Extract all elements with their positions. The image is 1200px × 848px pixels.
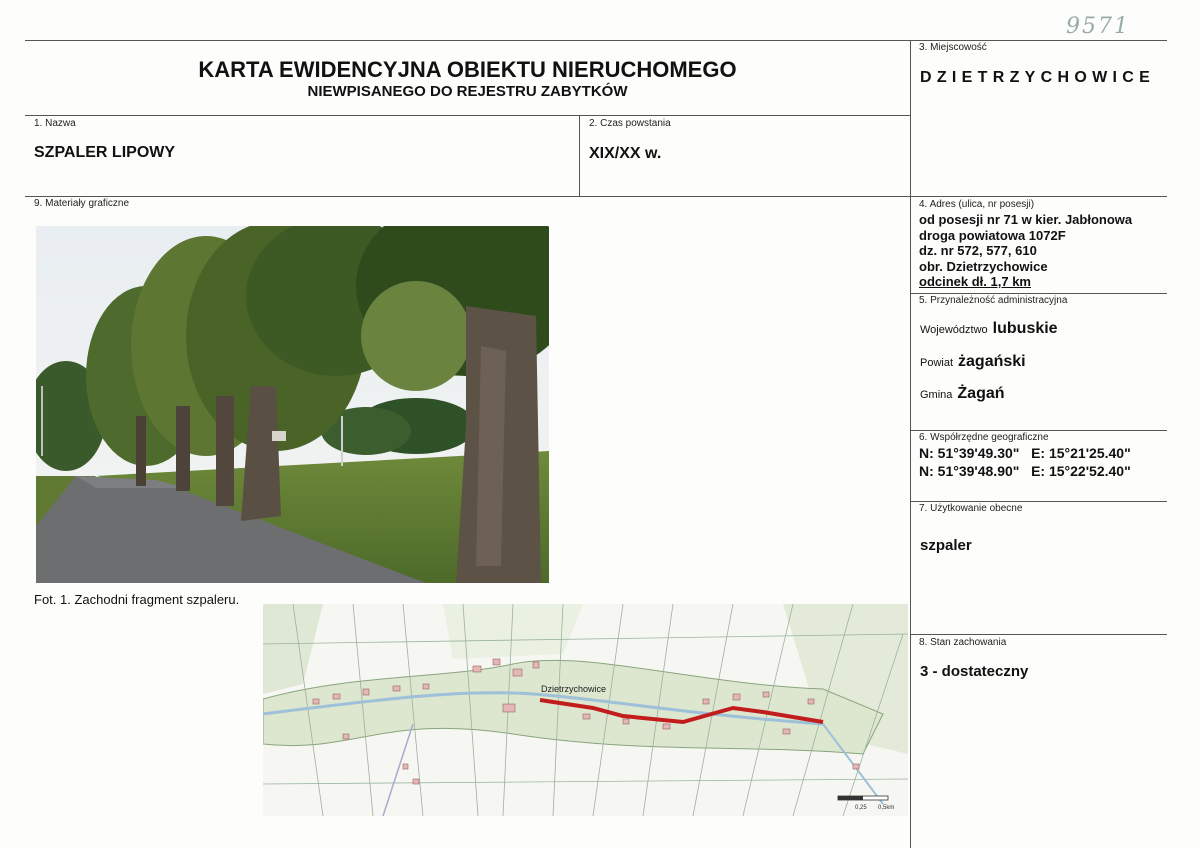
- frame-line-usage: [910, 501, 1167, 502]
- adres-label: 4. Adres (ulica, nr posesji): [919, 199, 1035, 210]
- handwritten-number: 9571: [1066, 14, 1130, 39]
- coordinates-end: N: 51°39'48.90" E: 15°22'52.40": [919, 463, 1131, 479]
- powiat-key: Powiat: [920, 357, 954, 369]
- powiat-value: żagański: [958, 353, 1026, 370]
- stan-value: 3 - dostateczny: [920, 663, 1029, 680]
- frame-line-name: [25, 196, 1167, 197]
- stan-label: 8. Stan zachowania: [919, 637, 1007, 648]
- frame-line-admin: [910, 293, 1167, 294]
- frame-line-coords: [910, 430, 1167, 431]
- frame-right-column-line: [910, 40, 911, 848]
- adres-line: droga powiatowa 1072F: [919, 227, 1066, 243]
- uzytkowanie-value: szpaler: [920, 537, 972, 554]
- miejscowosc-label: 3. Miejscowość: [919, 42, 987, 53]
- adres-line: odcinek dł. 1,7 km: [919, 274, 1031, 289]
- frame-name-divider: [579, 115, 580, 196]
- avenue-photo: [36, 226, 549, 583]
- wojewodztwo-row: Województwo lubuskie: [920, 320, 1058, 338]
- nazwa-value: SZPALER LIPOWY: [34, 144, 176, 161]
- card-title: KARTA EWIDENCYJNA OBIEKTU NIERUCHOMEGO: [198, 57, 737, 82]
- map-scale-unit: 0,5km: [878, 805, 894, 811]
- gmina-key: Gmina: [920, 389, 953, 401]
- nazwa-label: 1. Nazwa: [34, 118, 76, 129]
- adres-line: od posesji nr 71 w kier. Jabłonowa: [919, 212, 1133, 227]
- frame-line-state: [910, 634, 1167, 635]
- przynaleznosc-label: 5. Przynależność administracyjna: [919, 295, 1068, 306]
- czas-label: 2. Czas powstania: [589, 118, 671, 129]
- gmina-value: Żagań: [957, 385, 1005, 402]
- miejscowosc-value: DZIETRZYCHOWICE: [920, 69, 1156, 86]
- card-subtitle: NIEWPISANEGO DO REJESTRU ZABYTKÓW: [307, 83, 628, 100]
- frame-top-line: [25, 40, 1167, 41]
- gmina-row: Gmina Żagań: [920, 385, 1005, 403]
- frame-line-header: [25, 115, 910, 116]
- coordinates-start: N: 51°39'49.30" E: 15°21'25.40": [919, 445, 1131, 461]
- wojewodztwo-key: Województwo: [920, 324, 988, 336]
- location-map: Dzietrzychowice 0,25 0,5km: [263, 604, 908, 816]
- wojewodztwo-value: lubuskie: [992, 320, 1058, 337]
- adres-line: obr. Dzietrzychowice: [919, 258, 1048, 274]
- uzytkowanie-label: 7. Użytkowanie obecne: [919, 503, 1023, 514]
- czas-value: XIX/XX w.: [589, 145, 662, 162]
- photo-caption: Fot. 1. Zachodni fragment szpaleru.: [34, 592, 240, 607]
- powiat-row: Powiat żagański: [920, 353, 1026, 371]
- materialy-label: 9. Materiały graficzne: [34, 198, 130, 209]
- map-place-label: Dzietrzychowice: [541, 684, 606, 694]
- adres-line: dz. nr 572, 577, 610: [919, 243, 1037, 258]
- map-scale-label: 0,25: [855, 805, 867, 811]
- wspolrzedne-label: 6. Współrzędne geograficzne: [919, 432, 1049, 443]
- adres-value: od posesji nr 71 w kier. Jabłonowa droga…: [919, 212, 1132, 290]
